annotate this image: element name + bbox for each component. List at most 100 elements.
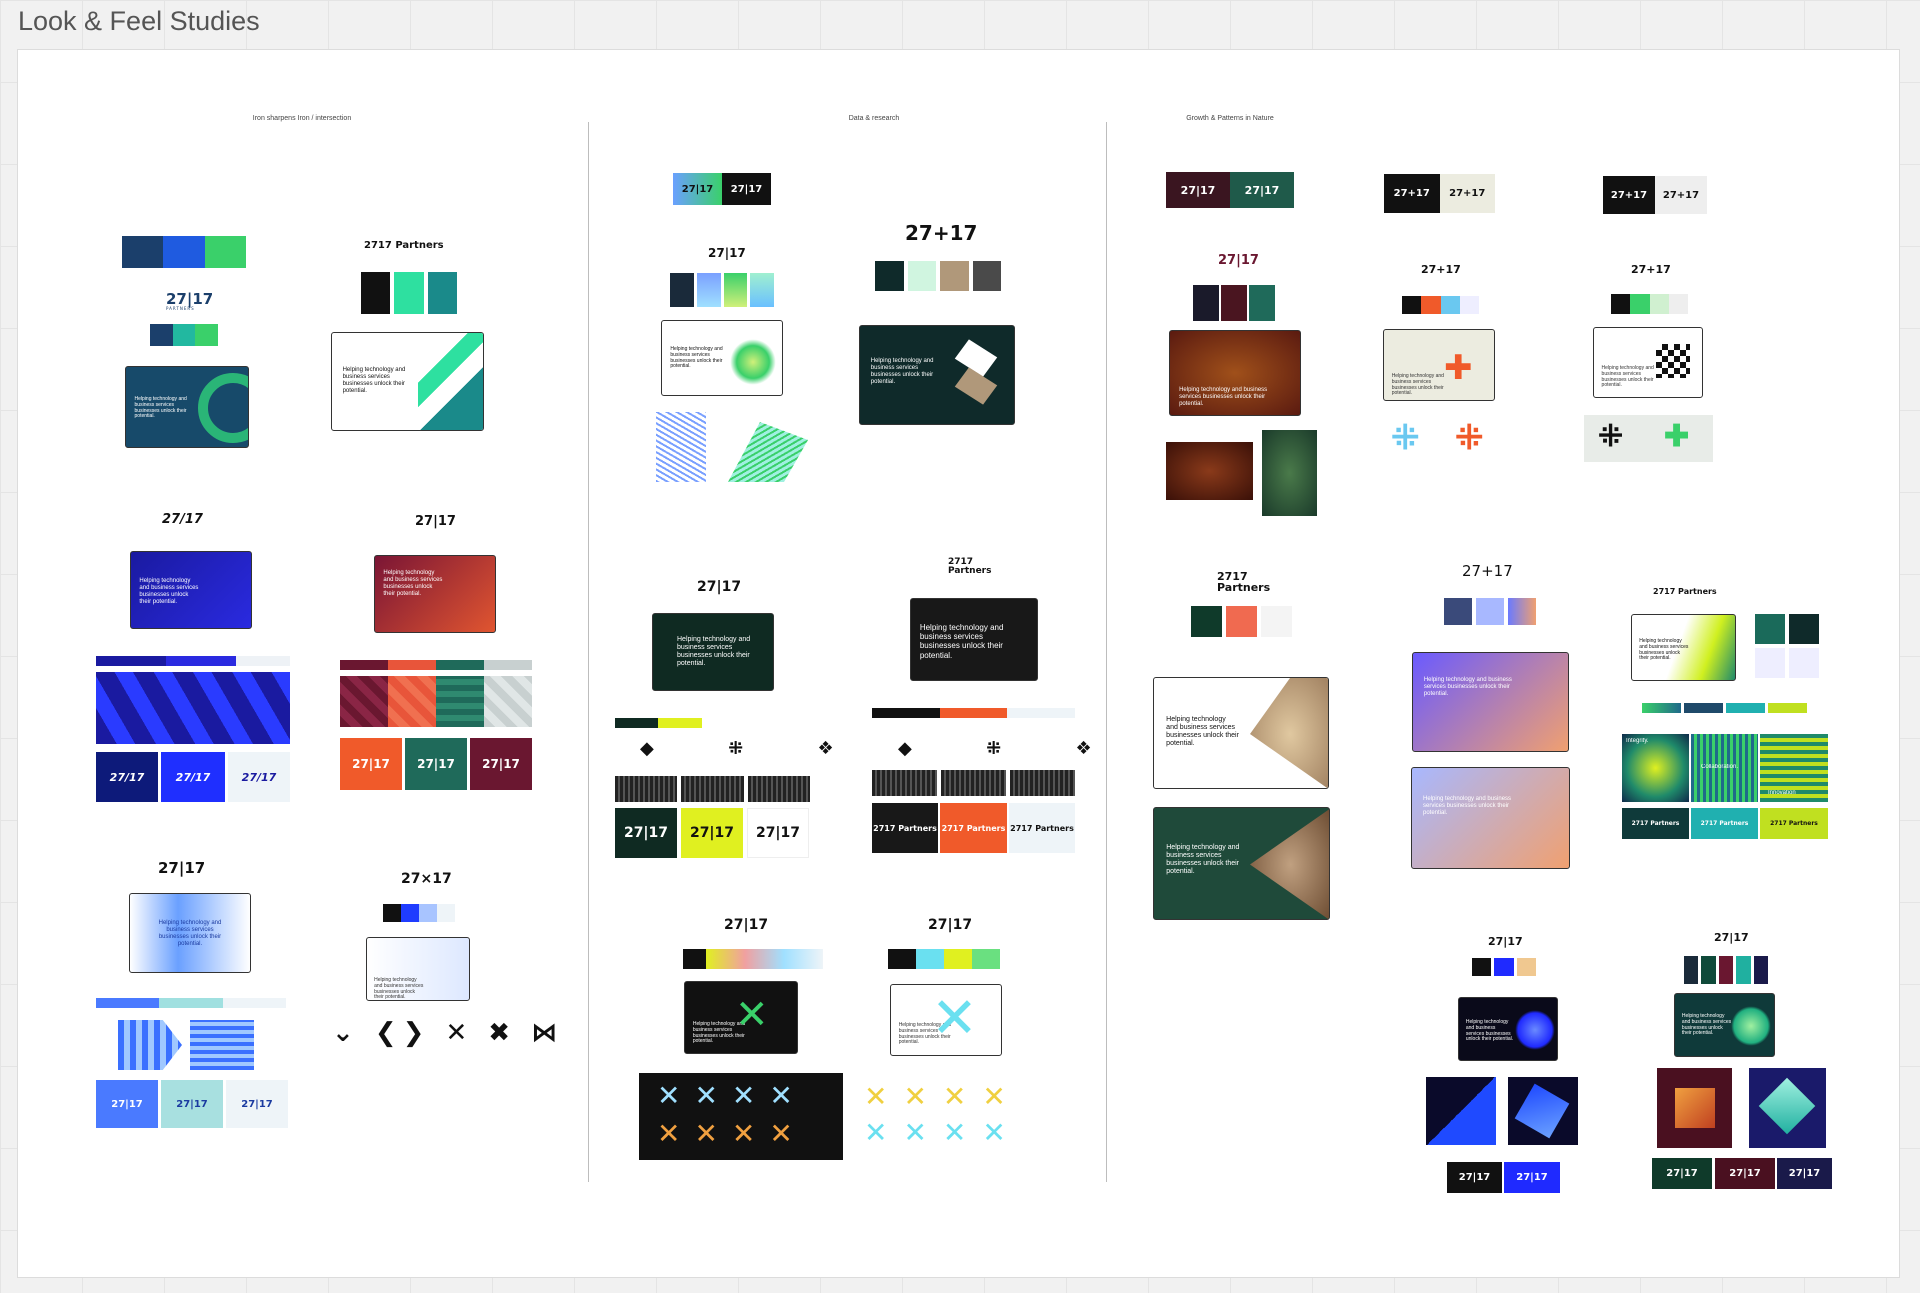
pattern-art-blue-2 [1508,1077,1578,1145]
logo-tile-orange: 27|17 [340,738,402,790]
website-mockup-green-orb[interactable]: Helping technology and business services… [1674,993,1775,1057]
website-mockup-dark-orange[interactable]: Helping technology and business services… [910,598,1038,681]
website-mockup-blue-sphere[interactable]: Helping technology and business services… [1458,997,1558,1061]
website-mockup-checker[interactable]: Helping technology and business services… [1593,327,1703,398]
color-swatches-2 [670,273,774,307]
website-mockup-blue[interactable]: Helping technology and business services… [130,551,252,629]
logo-tile-maroon: 27|17 [470,738,532,790]
wordmark-logo-8: 27|17 [1218,253,1259,268]
color-swatch-strip-3 [683,949,823,969]
wordmark-logo-2: 27|17 [415,514,456,529]
diamond-icons-2: ◆ ⁜ ❖ [898,738,1126,759]
color-swatches-9 [1444,598,1536,625]
website-mockup-gradient[interactable]: Helping technology and business services… [129,893,251,973]
brand-name-logo-2: 2717 Partners [1653,587,1717,596]
column-label-2: Data & research [848,115,900,122]
brand-two-line-logo-2: 2717 Partners [1217,570,1271,594]
logo-tile-midnight: 27|17 [1777,1158,1832,1189]
logo-tile-mint: 27|17 [161,1080,223,1128]
website-mockup-plus-orange[interactable]: Helping technology and business services… [1383,329,1495,401]
logo-tile-blue: 27/17 [161,752,225,802]
color-swatches-5 [1193,285,1275,321]
wordmark-logo-3: 27|17 [158,859,206,877]
color-swatches-4 [888,949,1000,969]
logo-tile-cyan: 2717 Partners [1691,808,1758,839]
wordmark-logo-10: 27|17 [1714,931,1749,944]
website-mockup-stack[interactable]: Helping technology and business services… [859,325,1015,425]
logo-tile-royal-blue: 27|17 [1504,1162,1560,1193]
wordmark-plus-logo-4: 27+17 [1462,562,1513,580]
logo-lockup-dark-cream: 27+17 27+17 [1384,174,1495,213]
board-title: Look & Feel Studies [18,6,260,36]
neon-x-pattern-grid: ✕✕✕✕ ✕✕✕✕ [639,1073,843,1160]
wordmark-slash-logo: 27/17 [162,512,203,527]
wordmark-logo-5: 27|17 [697,579,742,595]
logo-tile-light: 27/17 [228,752,290,802]
checker-pattern-tile: ⁜ ✚ [1584,415,1713,462]
color-swatches-6 [1402,296,1479,314]
logo-tile-black-2: 27|17 [1447,1162,1502,1193]
column-divider-2 [1106,122,1107,1182]
column-label-3: Growth & Patterns in Nature [1186,115,1274,122]
color-bar-3 [96,998,286,1008]
logo-tile-deep-teal: 2717 Partners [1622,808,1689,839]
nature-photo-rust [1166,442,1253,500]
website-mockup-gradient-green[interactable]: Helping technology and business services… [1631,614,1736,681]
color-bar-2 [340,660,532,670]
wordmark-logo-9: 27|17 [1488,935,1523,948]
color-bar [96,656,291,666]
logo-tile-wine: 27|17 [1715,1158,1775,1189]
column-label-1: Iron sharpens Iron / intersection [252,115,352,122]
column-divider-1 [588,122,589,1182]
website-mockup-organic[interactable]: Helping technology and business services… [1153,677,1329,789]
website-mockup[interactable]: Helping technology and business services… [125,366,249,448]
logo-tile-black: 2717 Partners [872,803,938,853]
brand-name-logo: 2717 Partners [364,240,444,251]
plus-pattern-orange: ⁜ [1455,419,1484,457]
logo-lockup-maroon-teal: 27|17 27|17 [1166,172,1294,208]
color-swatches-10 [1472,958,1536,976]
color-swatch-strip-2 [383,904,455,922]
pattern-bars [190,1020,254,1070]
website-mockup-wave[interactable]: Helping technology and business services… [661,320,783,396]
color-bar-6 [1642,703,1807,713]
logo-lockup-pair: 27|17 27|17 [673,173,771,205]
plus-pattern-blue: ⁜ [1391,419,1420,457]
website-mockup-geometric[interactable]: Helping technology and business services… [331,332,484,431]
color-swatches-7 [1611,294,1688,314]
color-swatch-strip [150,324,219,346]
logo-tile-blue-2: 27|17 [96,1080,158,1128]
pattern-panel-integrity: Integrity. [1622,734,1689,802]
pattern-art-maroon [1657,1068,1732,1148]
logo-tile-forest: 27|17 [1652,1158,1712,1189]
color-swatches-8 [1191,606,1292,637]
logo-tile-navy: 27/17 [96,752,158,802]
website-mockup-sunset[interactable]: Helping technology and business services… [1412,652,1569,752]
grid-pattern-row-2 [872,770,1075,796]
x-glyph-sequence: ⌄ ❮❯ ✕ ✖ ⋈ [332,1018,564,1048]
website-mockup-red[interactable]: Helping technology and business services… [374,555,496,633]
website-mockup-organic-dark[interactable]: Helping technology and business services… [1153,807,1330,920]
logo-tile-pale-2: 2717 Partners [1009,803,1075,853]
outline-x-pattern-grid: ✕✕✕✕ ✕✕✕✕ [864,1080,1022,1149]
logo-tile-dark: 27|17 [615,808,677,858]
wordmark-logo-6: 27|17 [724,917,769,933]
website-mockup-dark-lime[interactable]: Helping technology and business services… [652,613,774,691]
wordmark-logo-4: 27|17 [708,246,746,260]
diamond-icons: ◆ ⁜ ❖ [640,738,868,759]
wordmark-x-logo: 27×17 [401,871,452,887]
color-bar-5 [872,708,1076,718]
wordmark-plus-logo-3: 27+17 [1631,263,1671,276]
wave-art-1 [656,412,706,482]
website-mockup-chevron[interactable]: Helping technology and business services… [366,937,470,1001]
pattern-panel-collaboration: Collaboration. [1691,734,1758,802]
pattern-banner [96,672,290,744]
logo-tile-lime: 27|17 [681,808,743,858]
wordmark-plus-logo: 27+17 [905,221,978,245]
website-mockup-rust[interactable]: Helping technology and business services… [1169,330,1301,416]
website-mockup-sunset-2[interactable]: Helping technology and business services… [1411,767,1570,869]
website-mockup-neon-x[interactable]: Helping technology and business services… [684,981,798,1054]
logo-tile-pale: 27|17 [226,1080,288,1128]
website-mockup-outline-x[interactable]: Helping technology and business services… [890,984,1002,1056]
pattern-art-indigo [1749,1068,1826,1148]
